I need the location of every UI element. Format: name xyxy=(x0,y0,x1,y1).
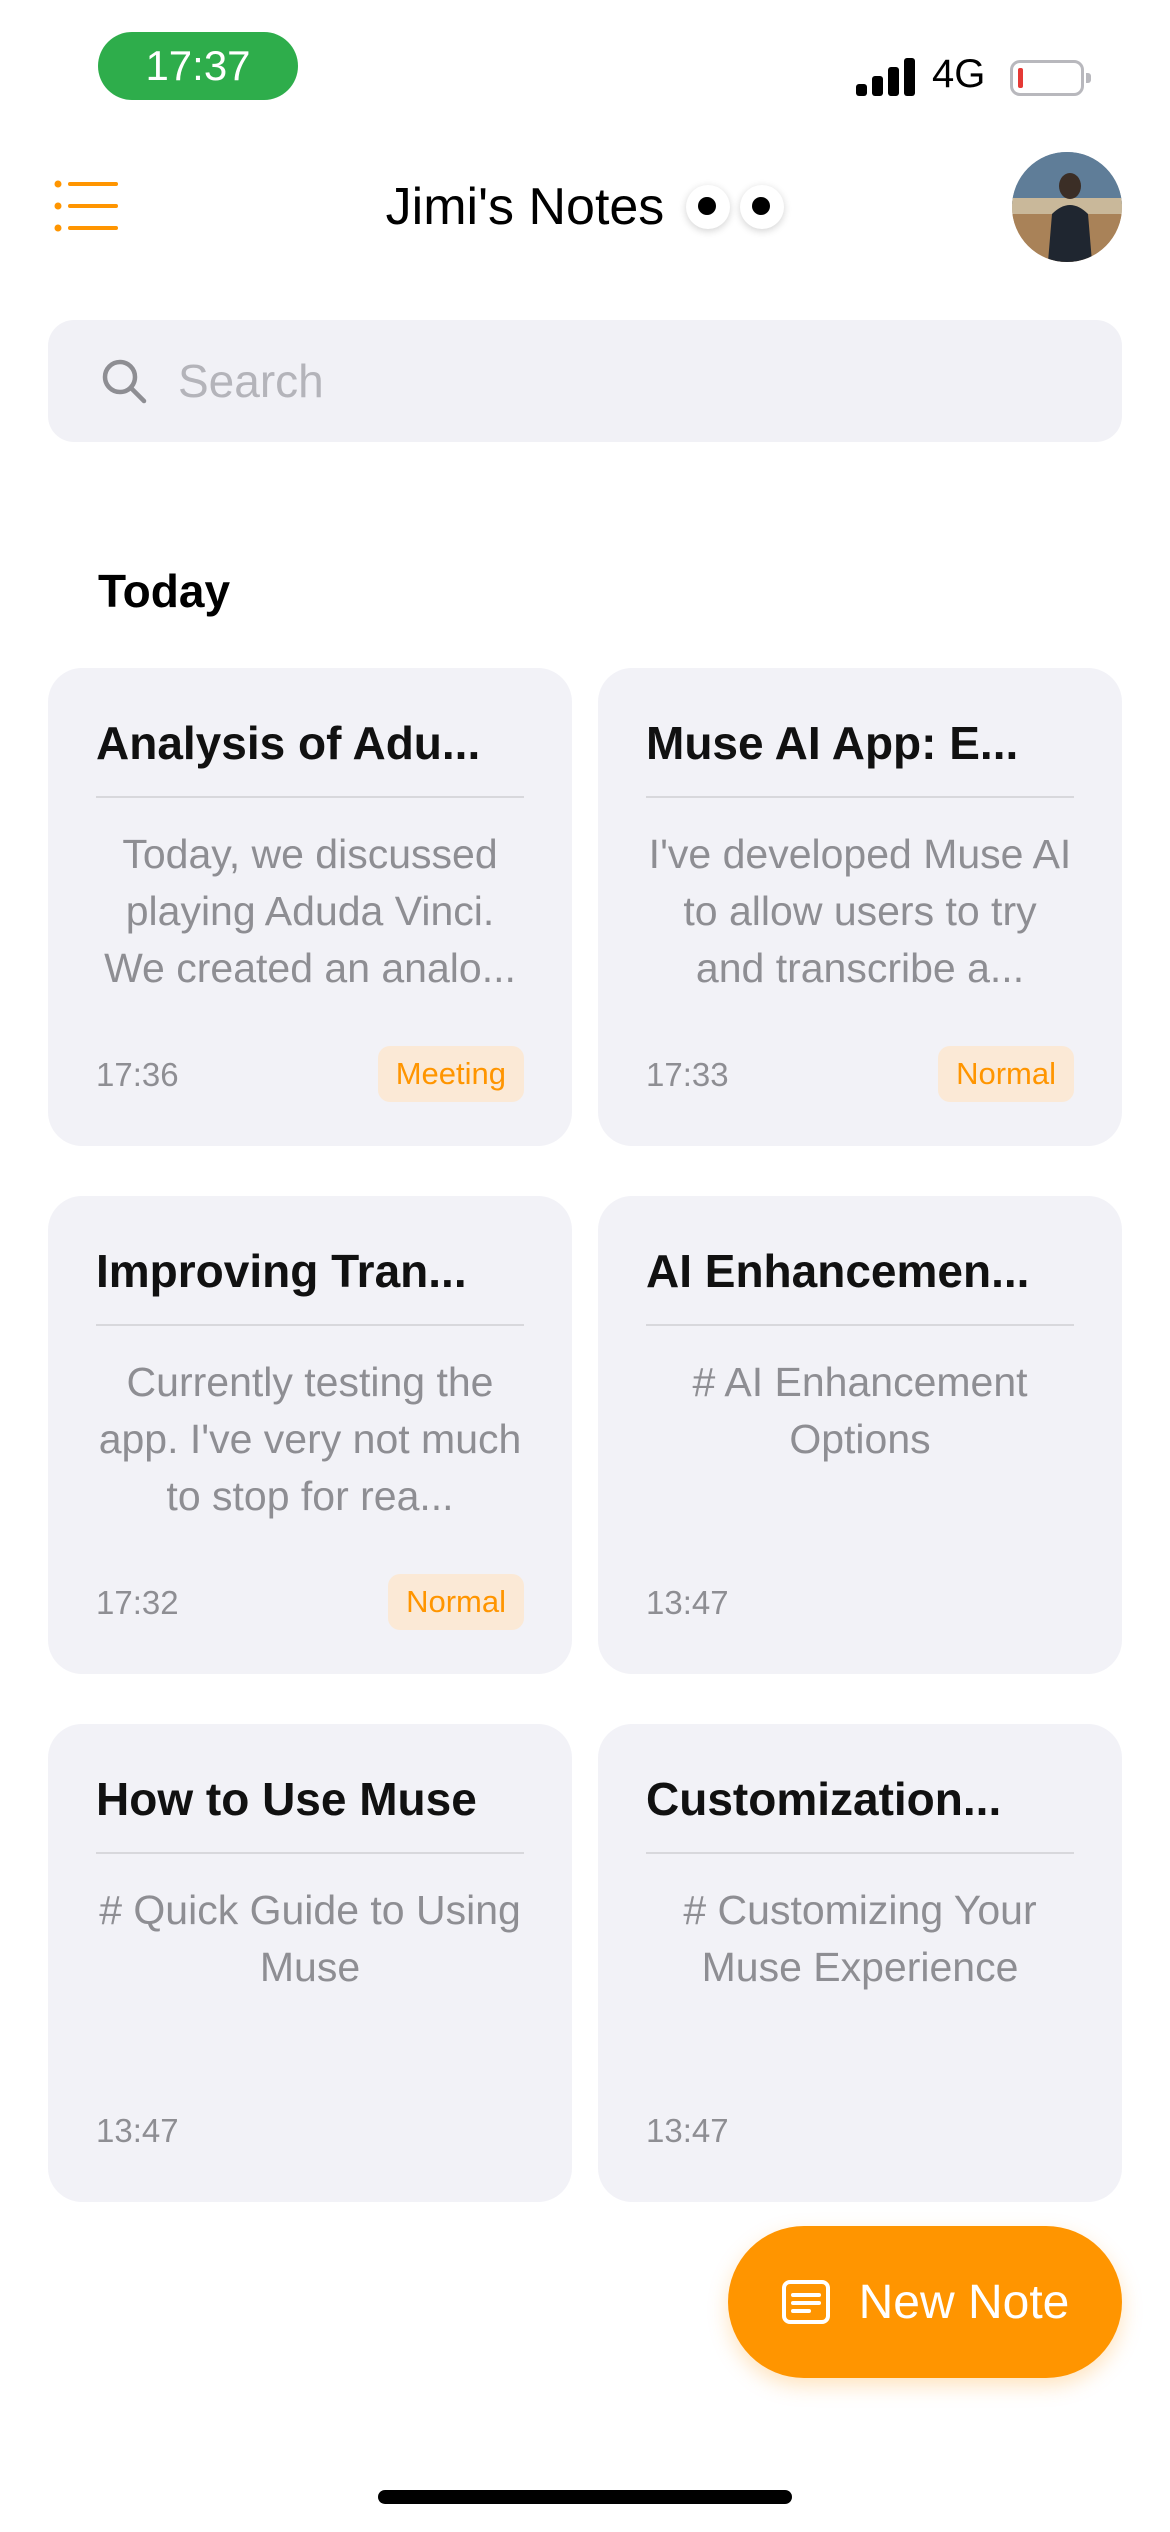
note-preview: Currently testing the app. I've very not… xyxy=(98,1359,522,1519)
battery-icon xyxy=(1010,60,1091,96)
page-title: Jimi's Notes xyxy=(385,178,665,236)
note-card[interactable]: Customization... # Customizing Your Muse… xyxy=(598,1724,1122,2202)
section-heading: Today xyxy=(98,565,231,617)
note-title: Analysis of Adu... xyxy=(96,716,524,798)
note-title: Muse AI App: E... xyxy=(646,716,1074,798)
search-input[interactable] xyxy=(178,354,1078,408)
search-bar[interactable] xyxy=(48,320,1122,442)
note-tag: Normal xyxy=(388,1574,524,1630)
note-preview: I've developed Muse AI to allow users to… xyxy=(648,831,1072,991)
note-title: AI Enhancemen... xyxy=(646,1244,1074,1326)
home-indicator[interactable] xyxy=(378,2490,792,2504)
note-card[interactable]: AI Enhancemen... # AI Enhancement Option… xyxy=(598,1196,1122,1674)
notes-grid: Analysis of Adu... Today, we discussed p… xyxy=(48,668,1122,2202)
network-label: 4G xyxy=(932,52,986,96)
note-tag: Meeting xyxy=(377,1046,524,1102)
dot-indicator xyxy=(686,185,731,229)
note-time: 13:47 xyxy=(646,2112,729,2149)
note-preview: # AI Enhancement Options xyxy=(692,1359,1028,1462)
note-preview: Today, we discussed playing Aduda Vinci.… xyxy=(104,831,516,991)
note-card[interactable]: Improving Tran... Currently testing the … xyxy=(48,1196,572,1674)
note-preview: # Customizing Your Muse Experience xyxy=(683,1887,1037,1990)
new-note-label: New Note xyxy=(858,2275,1070,2329)
note-time: 17:33 xyxy=(646,1056,729,1093)
note-title: Improving Tran... xyxy=(96,1244,524,1326)
note-title: How to Use Muse xyxy=(96,1772,524,1854)
avatar[interactable] xyxy=(1012,152,1122,262)
note-preview: # Quick Guide to Using Muse xyxy=(99,1887,521,1990)
note-time: 13:47 xyxy=(96,2112,179,2149)
search-icon xyxy=(102,359,147,404)
status-time: 17:37 xyxy=(98,32,298,100)
note-time: 17:36 xyxy=(96,1056,179,1093)
note-icon xyxy=(781,2280,830,2324)
note-time: 13:47 xyxy=(646,1584,729,1621)
status-dots xyxy=(686,185,785,229)
avatar-photo xyxy=(1012,152,1122,262)
note-card[interactable]: How to Use Muse # Quick Guide to Using M… xyxy=(48,1724,572,2202)
new-note-button[interactable]: New Note xyxy=(728,2226,1122,2378)
header: Jimi's Notes xyxy=(0,172,1170,242)
signal-icon xyxy=(856,56,916,96)
note-title: Customization... xyxy=(646,1772,1074,1854)
note-card[interactable]: Analysis of Adu... Today, we discussed p… xyxy=(48,668,572,1146)
note-tag: Normal xyxy=(938,1046,1074,1102)
note-time: 17:32 xyxy=(96,1584,179,1621)
note-card[interactable]: Muse AI App: E... I've developed Muse AI… xyxy=(598,668,1122,1146)
notes-screen: 17:37 4G Jimi's Notes Search Today Analy… xyxy=(0,0,1170,2532)
dot-indicator xyxy=(740,185,785,229)
